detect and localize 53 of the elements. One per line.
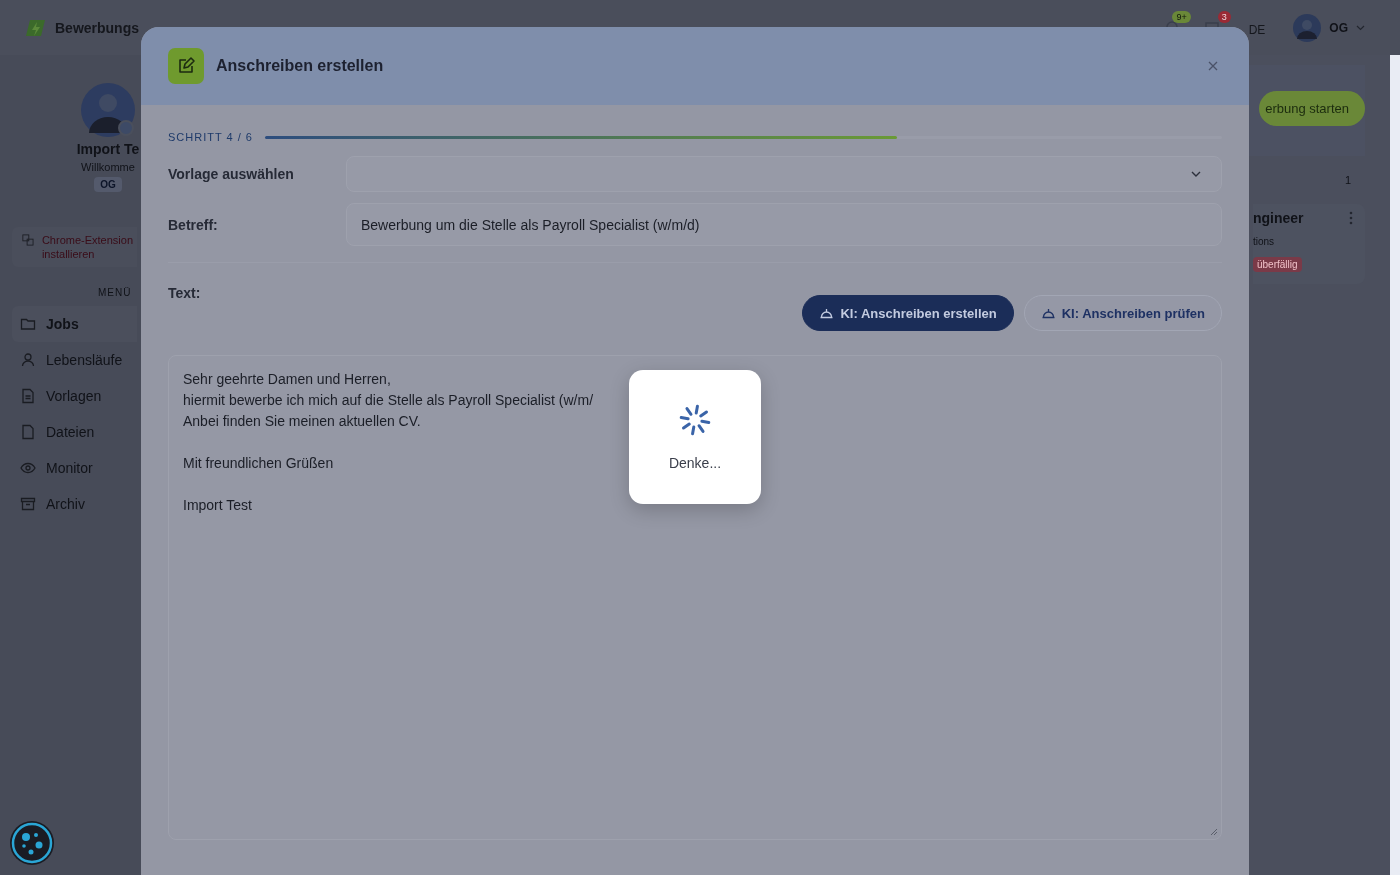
eye-icon: [20, 460, 36, 476]
ai-button[interactable]: KI: Anschreiben erstellen: [802, 295, 1014, 331]
letter-line: Mit freundlichen Grüßen: [183, 454, 334, 473]
profile-name: Import Te: [76, 141, 140, 157]
menu-item[interactable]: Monitor: [12, 450, 137, 486]
subject-field[interactable]: Bewerbung um die Stelle als Payroll Specialist (w/m/d): [346, 203, 1222, 246]
loading-text: Denke...: [668, 455, 722, 471]
field-label: Betreff:: [168, 216, 219, 233]
notification-badge: 9+: [1172, 10, 1191, 23]
ai-button[interactable]: KI: Anschreiben prüfen: [1023, 295, 1222, 331]
profile-avatar: [81, 83, 135, 137]
menu-heading: MENÜ: [98, 287, 132, 298]
close-icon: [1208, 61, 1218, 71]
modal-title: Anschreiben erstellen: [216, 57, 385, 75]
start-button[interactable]: erbung starten: [1259, 91, 1365, 126]
text-label: Text:: [168, 285, 202, 301]
menu-item[interactable]: Vorlagen: [12, 378, 137, 414]
edit-icon: [168, 48, 204, 84]
menu-item[interactable]: Jobs: [12, 306, 137, 342]
archive-icon: [20, 496, 36, 512]
column-count: 1: [1344, 174, 1351, 186]
initials-badge: OG: [94, 177, 122, 192]
more-icon[interactable]: [1349, 211, 1353, 225]
message-badge: 3: [1217, 10, 1231, 23]
app-name: Bewerbungs: [55, 19, 139, 36]
field-label: Vorlage auswählen: [168, 166, 295, 182]
user-avatar[interactable]: [1293, 13, 1322, 42]
file-icon: [20, 424, 36, 440]
cloche-icon: [819, 306, 835, 320]
spinner-icon: [678, 403, 712, 437]
app-launcher-icon[interactable]: [9, 820, 55, 866]
menu-item[interactable]: Lebensläufe: [12, 342, 137, 378]
company-name: tions: [1253, 236, 1275, 247]
language-select[interactable]: DE: [1242, 22, 1272, 37]
scrollbar[interactable]: [1390, 55, 1400, 875]
status-tag: überfällig: [1253, 257, 1302, 272]
folder-icon: [20, 316, 36, 332]
resize-handle-icon[interactable]: [1210, 828, 1218, 836]
extension-icon: [22, 233, 34, 247]
document-icon: [20, 388, 36, 404]
letter-line: Anbei finden Sie meinen aktuellen CV.: [183, 412, 421, 431]
step-label: SCHRITT 4 / 6: [168, 131, 253, 143]
letter-line: Import Test: [183, 496, 252, 515]
user-initials: OG: [1329, 20, 1348, 35]
person-icon: [20, 352, 36, 368]
job-title: ngineer: [1253, 210, 1304, 226]
profile-greeting: Willkomme: [81, 161, 135, 173]
cloche-icon: [1040, 306, 1056, 320]
menu-item[interactable]: Dateien: [12, 414, 137, 450]
menu-item[interactable]: Archiv: [12, 486, 137, 522]
letter-line: Sehr geehrte Damen und Herren,: [183, 370, 391, 389]
letter-line: hiermit bewerbe ich mich auf die Stelle als Payroll Specialist (w/m/: [183, 391, 594, 410]
chevron-icon: [1356, 24, 1365, 31]
